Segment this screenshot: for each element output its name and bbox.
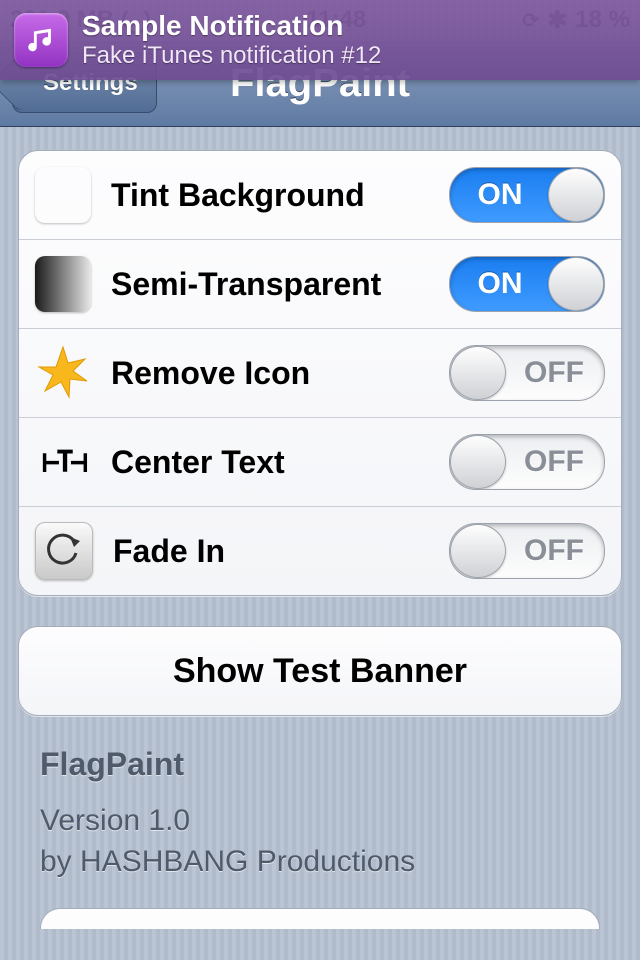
toggle-group: Tint Background ON Semi-Transparent ON (18, 150, 622, 596)
toggle-knob (450, 346, 506, 400)
footer-app-name: FlagPaint (40, 746, 600, 783)
footer-info: FlagPaint Version 1.0 by HASHBANG Produc… (18, 746, 622, 929)
toggle-remove-icon[interactable]: OFF (449, 345, 605, 401)
row-tint-background: Tint Background ON (19, 151, 621, 239)
center-text-icon: ⊢T⊣ (35, 434, 91, 490)
fade-arrow-icon (35, 522, 93, 580)
footer-version: Version 1.0 (40, 801, 600, 842)
row-label: Center Text (111, 444, 449, 481)
show-test-banner-button[interactable]: Show Test Banner (19, 627, 621, 715)
itunes-icon (14, 13, 68, 67)
toggle-on-label: ON (450, 257, 550, 311)
tint-stripes-icon (35, 167, 91, 223)
button-label: Show Test Banner (173, 652, 467, 691)
settings-content: Tint Background ON Semi-Transparent ON (0, 126, 640, 960)
notification-subtitle: Fake iTunes notification #12 (82, 42, 381, 70)
row-semi-transparent: Semi-Transparent ON (19, 239, 621, 328)
toggle-off-label: OFF (504, 346, 604, 400)
toggle-center-text[interactable]: OFF (449, 434, 605, 490)
row-label: Remove Icon (111, 355, 449, 392)
toggle-semi-transparent[interactable]: ON (449, 256, 605, 312)
toggle-off-label: OFF (504, 524, 604, 578)
toggle-knob (450, 435, 506, 489)
toggle-knob (548, 168, 604, 222)
gradient-icon (35, 256, 91, 312)
toggle-on-label: ON (450, 168, 550, 222)
starburst-icon (35, 345, 91, 401)
toggle-knob (548, 257, 604, 311)
row-label: Semi-Transparent (111, 266, 449, 303)
row-fade-in: Fade In OFF (19, 506, 621, 595)
toggle-tint-background[interactable]: ON (449, 167, 605, 223)
toggle-knob (450, 524, 506, 578)
footer-author: by HASHBANG Productions (40, 842, 600, 883)
notification-title: Sample Notification (82, 10, 381, 42)
row-remove-icon: Remove Icon OFF (19, 328, 621, 417)
notification-banner[interactable]: Sample Notification Fake iTunes notifica… (0, 0, 640, 80)
next-group-peek (40, 908, 600, 929)
row-center-text: ⊢T⊣ Center Text OFF (19, 417, 621, 506)
toggle-off-label: OFF (504, 435, 604, 489)
toggle-fade-in[interactable]: OFF (449, 523, 605, 579)
row-label: Tint Background (111, 177, 449, 214)
action-group: Show Test Banner (18, 626, 622, 716)
row-label: Fade In (113, 533, 449, 570)
